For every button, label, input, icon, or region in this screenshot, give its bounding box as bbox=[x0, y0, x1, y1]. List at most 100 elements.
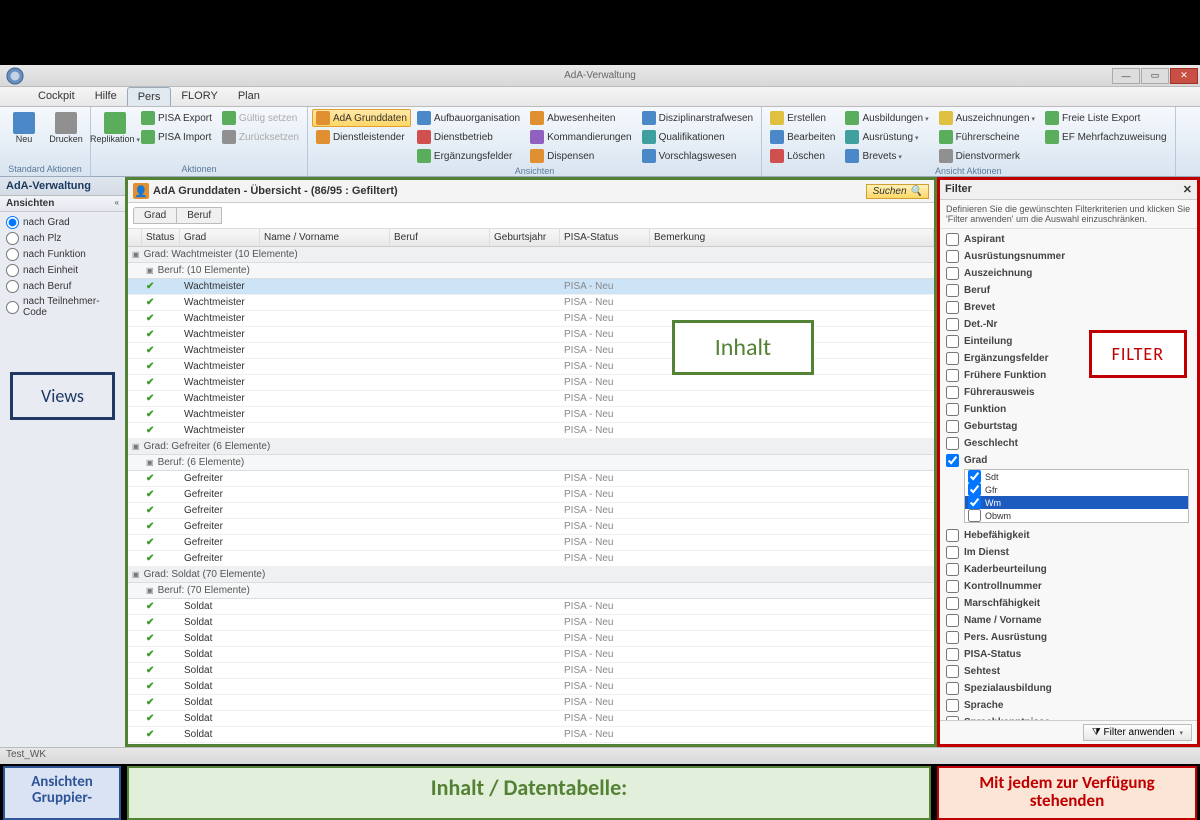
filter-item-funktion[interactable]: Funktion bbox=[944, 401, 1193, 418]
ribbon-replikation[interactable]: Replikation bbox=[95, 109, 135, 149]
filter-item-auszeichnung[interactable]: Auszeichnung bbox=[944, 265, 1193, 282]
ribbon-auszeichnungen[interactable]: Auszeichnungen bbox=[935, 109, 1039, 127]
table-row[interactable]: ✔GefreiterPISA - Neu bbox=[128, 487, 934, 503]
filter-grad-options[interactable]: SdtGfrWmObwm bbox=[964, 469, 1189, 523]
filter-item-aspirant[interactable]: Aspirant bbox=[944, 231, 1193, 248]
group-tab-beruf[interactable]: Beruf bbox=[177, 207, 222, 224]
ribbon-freie-liste-export[interactable]: Freie Liste Export bbox=[1041, 109, 1171, 127]
filter-item-kaderbeurteilung[interactable]: Kaderbeurteilung bbox=[944, 561, 1193, 578]
filter-item-geburtstag[interactable]: Geburtstag bbox=[944, 418, 1193, 435]
ribbon-aufbauorganisation[interactable]: Aufbauorganisation bbox=[413, 109, 524, 127]
table-row[interactable]: ✔WachtmeisterPISA - Neu bbox=[128, 423, 934, 439]
group-row-sub[interactable]: ▣ Beruf: (10 Elemente) bbox=[128, 263, 934, 279]
ribbon-ada-grunddaten[interactable]: AdA Grunddaten bbox=[312, 109, 411, 127]
ribbon-vorschlagswesen[interactable]: Vorschlagswesen bbox=[638, 147, 757, 165]
ribbon-drucken[interactable]: Drucken bbox=[46, 109, 86, 147]
ribbon-dienstvormerk[interactable]: Dienstvormerk bbox=[935, 147, 1039, 165]
table-row[interactable]: ✔SoldatPISA - Neu bbox=[128, 663, 934, 679]
ribbon-erstellen[interactable]: Erstellen bbox=[766, 109, 839, 127]
view-option-5[interactable]: nach Teilnehmer-Code bbox=[6, 296, 119, 318]
ribbon-l-schen[interactable]: Löschen bbox=[766, 147, 839, 165]
ribbon-kommandierungen[interactable]: Kommandierungen bbox=[526, 128, 636, 146]
menu-plan[interactable]: Plan bbox=[228, 87, 270, 106]
ribbon-dispensen[interactable]: Dispensen bbox=[526, 147, 636, 165]
table-row[interactable]: ✔SoldatPISA - Neu bbox=[128, 695, 934, 711]
filter-item-pers-ausr-stung[interactable]: Pers. Ausrüstung bbox=[944, 629, 1193, 646]
filter-close-icon[interactable]: ✕ bbox=[1183, 183, 1192, 196]
menu-hilfe[interactable]: Hilfe bbox=[85, 87, 127, 106]
views-section-head[interactable]: Ansichten« bbox=[0, 196, 125, 212]
filter-item-sehtest[interactable]: Sehtest bbox=[944, 663, 1193, 680]
ribbon-abwesenheiten[interactable]: Abwesenheiten bbox=[526, 109, 636, 127]
table-row[interactable]: ✔SoldatPISA - Neu bbox=[128, 679, 934, 695]
menu-pers[interactable]: Pers bbox=[127, 87, 172, 106]
col-header-name-vorname[interactable]: Name / Vorname bbox=[260, 229, 390, 246]
table-row[interactable]: ✔WachtmeisterPISA - Neu bbox=[128, 407, 934, 423]
ribbon-ausr-stung[interactable]: Ausrüstung bbox=[841, 128, 932, 146]
table-row[interactable]: ✔WachtmeisterPISA - Neu bbox=[128, 295, 934, 311]
filter-item-pisa-status[interactable]: PISA-Status bbox=[944, 646, 1193, 663]
ribbon-ausbildungen[interactable]: Ausbildungen bbox=[841, 109, 932, 127]
col-header-expander[interactable] bbox=[128, 229, 142, 246]
table-row[interactable]: ✔SoldatPISA - Neu bbox=[128, 615, 934, 631]
table-row[interactable]: ✔SoldatPISA - Neu bbox=[128, 711, 934, 727]
filter-item-grad[interactable]: Grad bbox=[944, 452, 1193, 469]
col-header-grad[interactable]: Grad bbox=[180, 229, 260, 246]
menu-cockpit[interactable]: Cockpit bbox=[28, 87, 85, 106]
table-row[interactable]: ✔GefreiterPISA - Neu bbox=[128, 471, 934, 487]
filter-item-marschf-higkeit[interactable]: Marschfähigkeit bbox=[944, 595, 1193, 612]
ribbon-dienstbetrieb[interactable]: Dienstbetrieb bbox=[413, 128, 524, 146]
filter-item-name-vorname[interactable]: Name / Vorname bbox=[944, 612, 1193, 629]
view-option-0[interactable]: nach Grad bbox=[6, 216, 119, 229]
close-button[interactable]: ✕ bbox=[1170, 68, 1198, 84]
table-row[interactable]: ✔GefreiterPISA - Neu bbox=[128, 519, 934, 535]
table-row[interactable]: ✔WachtmeisterPISA - Neu bbox=[128, 279, 934, 295]
group-tab-grad[interactable]: Grad bbox=[133, 207, 177, 224]
filter-item-beruf[interactable]: Beruf bbox=[944, 282, 1193, 299]
group-row-sub[interactable]: ▣ Beruf: (6 Elemente) bbox=[128, 455, 934, 471]
ribbon-neu[interactable]: Neu bbox=[4, 109, 44, 147]
ribbon-bearbeiten[interactable]: Bearbeiten bbox=[766, 128, 839, 146]
view-option-4[interactable]: nach Beruf bbox=[6, 280, 119, 293]
view-option-3[interactable]: nach Einheit bbox=[6, 264, 119, 277]
filter-apply-button[interactable]: ⧩ Filter anwenden bbox=[1083, 724, 1192, 741]
filter-item-sprache[interactable]: Sprache bbox=[944, 697, 1193, 714]
ribbon-f-hrerscheine[interactable]: Führerscheine bbox=[935, 128, 1039, 146]
filter-item-hebef-higkeit[interactable]: Hebefähigkeit bbox=[944, 527, 1193, 544]
table-row[interactable]: ✔GefreiterPISA - Neu bbox=[128, 551, 934, 567]
table-row[interactable]: ✔SoldatPISA - Neu bbox=[128, 727, 934, 743]
col-header-status[interactable]: Status bbox=[142, 229, 180, 246]
group-row[interactable]: ▣ Grad: Gefreiter (6 Elemente) bbox=[128, 439, 934, 455]
filter-item-kontrollnummer[interactable]: Kontrollnummer bbox=[944, 578, 1193, 595]
ribbon-disziplinarstrafwesen[interactable]: Disziplinarstrafwesen bbox=[638, 109, 757, 127]
maximize-button[interactable]: ▭ bbox=[1141, 68, 1169, 84]
ribbon-ef-mehrfachzuweisung[interactable]: EF Mehrfachzuweisung bbox=[1041, 128, 1171, 146]
app-menu-button[interactable] bbox=[0, 65, 30, 87]
filter-item-spezialausbildung[interactable]: Spezialausbildung bbox=[944, 680, 1193, 697]
col-header-beruf[interactable]: Beruf bbox=[390, 229, 490, 246]
ribbon-dienstleistender[interactable]: Dienstleistender bbox=[312, 128, 411, 146]
table-row[interactable]: ✔SoldatPISA - Neu bbox=[128, 743, 934, 744]
ribbon-zur-cksetzen[interactable]: Zurücksetzen bbox=[218, 128, 303, 146]
filter-item-brevet[interactable]: Brevet bbox=[944, 299, 1193, 316]
col-header-pisa-status[interactable]: PISA-Status bbox=[560, 229, 650, 246]
ribbon-brevets[interactable]: Brevets bbox=[841, 147, 932, 165]
view-option-2[interactable]: nach Funktion bbox=[6, 248, 119, 261]
ribbon-g-ltig-setzen[interactable]: Gültig setzen bbox=[218, 109, 303, 127]
col-header-bemerkung[interactable]: Bemerkung bbox=[650, 229, 934, 246]
filter-item-geschlecht[interactable]: Geschlecht bbox=[944, 435, 1193, 452]
search-button[interactable]: Suchen 🔍 bbox=[866, 184, 929, 199]
filter-item-ausr-stungsnummer[interactable]: Ausrüstungsnummer bbox=[944, 248, 1193, 265]
table-row[interactable]: ✔SoldatPISA - Neu bbox=[128, 647, 934, 663]
table-row[interactable]: ✔SoldatPISA - Neu bbox=[128, 599, 934, 615]
ribbon-qualifikationen[interactable]: Qualifikationen bbox=[638, 128, 757, 146]
menu-flory[interactable]: FLORY bbox=[171, 87, 227, 106]
table-row[interactable]: ✔WachtmeisterPISA - Neu bbox=[128, 375, 934, 391]
ribbon-pisa-import[interactable]: PISA Import bbox=[137, 128, 216, 146]
minimize-button[interactable]: — bbox=[1112, 68, 1140, 84]
col-header-geburtsjahr[interactable]: Geburtsjahr bbox=[490, 229, 560, 246]
group-row[interactable]: ▣ Grad: Wachtmeister (10 Elemente) bbox=[128, 247, 934, 263]
view-option-1[interactable]: nach Plz bbox=[6, 232, 119, 245]
filter-item-f-hrerausweis[interactable]: Führerausweis bbox=[944, 384, 1193, 401]
table-row[interactable]: ✔GefreiterPISA - Neu bbox=[128, 503, 934, 519]
